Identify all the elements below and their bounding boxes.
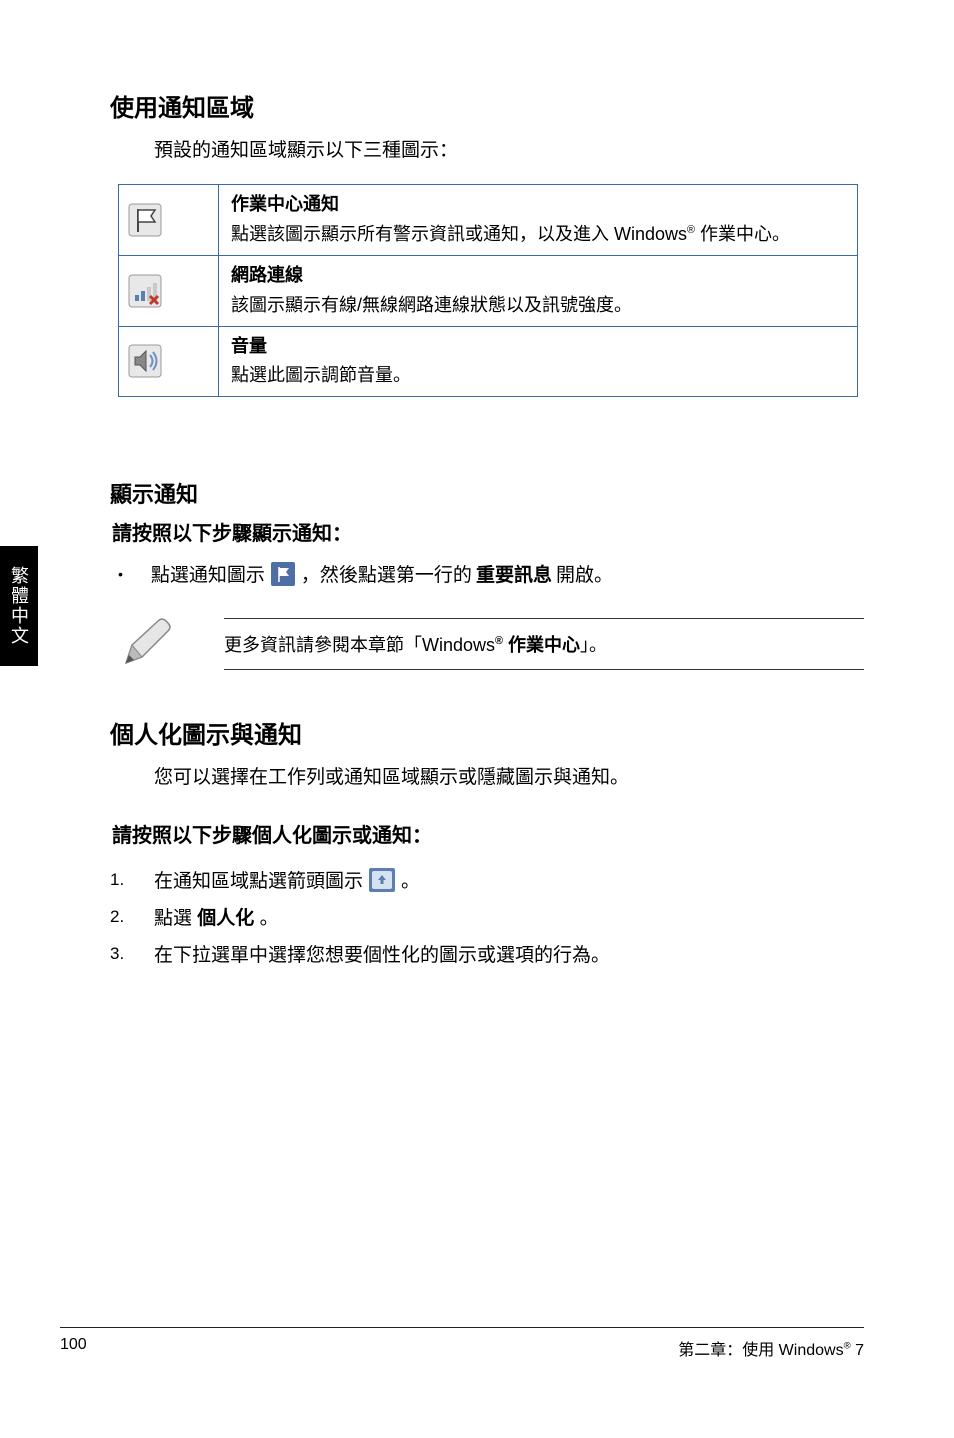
- page-footer: 100 第二章：使用 Windows® 7: [60, 1327, 864, 1360]
- step-text: 點選 個人化 。: [154, 903, 279, 930]
- network-icon: [125, 271, 165, 311]
- row-desc-post: 作業中心。: [695, 224, 790, 244]
- action-center-desc-cell: 作業中心通知 點選該圖示顯示所有警示資訊或通知，以及進入 Windows® 作業…: [219, 185, 858, 256]
- step-number: 3.: [110, 944, 124, 964]
- language-side-tab-label: 繁體中文: [6, 566, 32, 646]
- personalize-steps-title: 請按照以下步驟個人化圖示或通知：: [112, 819, 864, 848]
- network-desc-cell: 網路連線 該圖示顯示有線/無線網路連線狀態以及訊號強度。: [219, 255, 858, 326]
- step-pre: 在通知區域點選箭頭圖示: [154, 866, 363, 893]
- action-center-icon-cell: [119, 185, 219, 256]
- list-item: 3. 在下拉選單中選擇您想要個性化的圖示或選項的行為。: [110, 940, 864, 967]
- table-row: 音量 點選此圖示調節音量。: [119, 326, 858, 397]
- step-bold: 個人化: [197, 908, 259, 929]
- arrow-up-tray-icon: [369, 868, 395, 892]
- personalize-icons-title: 個人化圖示與通知: [110, 715, 864, 750]
- step-text: 在通知區域點選箭頭圖示 。: [154, 866, 420, 893]
- note-bold: 作業中心: [503, 635, 580, 655]
- row-desc: 點選此圖示調節音量。: [231, 365, 411, 385]
- flag-icon: [125, 200, 165, 240]
- step-post: 。: [401, 866, 420, 893]
- step-number: 2.: [110, 907, 124, 927]
- bullet-dot-icon: •: [118, 566, 123, 582]
- chapter-post: 7: [851, 1342, 864, 1359]
- bullet-pre: 點選通知圖示: [151, 560, 265, 587]
- step-pre: 點選: [154, 908, 197, 929]
- row-desc-pre: 點選該圖示顯示所有警示資訊或通知，以及進入 Windows: [231, 224, 687, 244]
- row-title: 音量: [231, 333, 845, 361]
- pencil-note-icon: [118, 617, 172, 671]
- note-text: 更多資訊請參閱本章節「Windows® 作業中心」。: [224, 618, 864, 670]
- table-row: 作業中心通知 點選該圖示顯示所有警示資訊或通知，以及進入 Windows® 作業…: [119, 185, 858, 256]
- note-pre: 更多資訊請參閱本章節「Windows: [224, 635, 495, 655]
- registered-mark: ®: [687, 224, 695, 236]
- section-notification-area-title: 使用通知區域: [110, 88, 864, 123]
- section-notification-area-intro: 預設的通知區域顯示以下三種圖示：: [154, 135, 864, 162]
- network-icon-cell: [119, 255, 219, 326]
- list-item: 2. 點選 個人化 。: [110, 903, 864, 930]
- bullet-mid: ，然後點選第一行的: [301, 560, 472, 587]
- note-block: 更多資訊請參閱本章節「Windows® 作業中心」。: [118, 617, 864, 671]
- table-row: 網路連線 該圖示顯示有線/無線網路連線狀態以及訊號強度。: [119, 255, 858, 326]
- show-notifications-intro: 請按照以下步驟顯示通知：: [112, 517, 864, 546]
- registered-mark: ®: [495, 635, 503, 647]
- chapter-label: 第二章：使用 Windows® 7: [678, 1336, 864, 1360]
- step-post: 。: [260, 908, 279, 929]
- bullet-bold: 重要訊息: [476, 560, 552, 587]
- speaker-icon: [125, 341, 165, 381]
- volume-desc-cell: 音量 點選此圖示調節音量。: [219, 326, 858, 397]
- bullet-text: 點選通知圖示 ，然後點選第一行的 重要訊息 開啟。: [151, 560, 613, 587]
- volume-icon-cell: [119, 326, 219, 397]
- page-number: 100: [60, 1336, 87, 1360]
- bullet-item: • 點選通知圖示 ，然後點選第一行的 重要訊息 開啟。: [118, 560, 864, 587]
- flag-icon: [271, 562, 295, 586]
- notification-icons-table: 作業中心通知 點選該圖示顯示所有警示資訊或通知，以及進入 Windows® 作業…: [118, 184, 858, 397]
- steps-list: 1. 在通知區域點選箭頭圖示 。 2. 點選 個人化 。 3. 在下拉選單中選擇…: [110, 866, 864, 967]
- bullet-end: 開啟。: [556, 560, 613, 587]
- chapter-pre: 第二章：使用 Windows: [678, 1342, 843, 1359]
- step-number: 1.: [110, 870, 124, 890]
- row-title: 網路連線: [231, 262, 845, 290]
- personalize-intro: 您可以選擇在工作列或通知區域顯示或隱藏圖示與通知。: [154, 762, 864, 789]
- registered-mark: ®: [844, 1341, 851, 1352]
- row-desc: 該圖示顯示有線/無線網路連線狀態以及訊號強度。: [231, 295, 632, 315]
- step-text: 在下拉選單中選擇您想要個性化的圖示或選項的行為。: [154, 940, 610, 967]
- language-side-tab: 繁體中文: [0, 546, 38, 666]
- note-end: 」。: [580, 635, 607, 655]
- list-item: 1. 在通知區域點選箭頭圖示 。: [110, 866, 864, 893]
- page-body: 使用通知區域 預設的通知區域顯示以下三種圖示： 作業中心通知 點選該圖示顯示所有…: [0, 0, 954, 967]
- row-title: 作業中心通知: [231, 191, 845, 219]
- show-notifications-title: 顯示通知: [110, 477, 864, 509]
